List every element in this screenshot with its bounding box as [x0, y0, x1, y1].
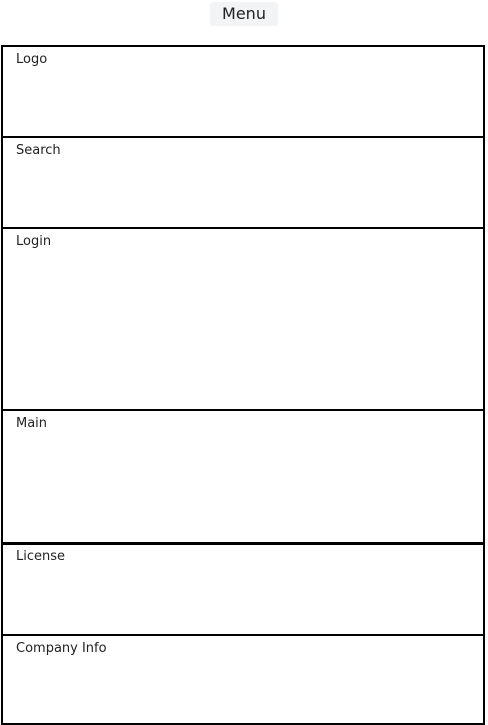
body-frame: Login Main [1, 227, 485, 545]
company-info-label: Company Info [16, 641, 107, 656]
company-info-section: Company Info [3, 636, 483, 723]
login-label: Login [16, 234, 52, 249]
license-label: License [16, 549, 66, 564]
search-section: Search [3, 138, 483, 227]
login-section: Login [3, 229, 483, 411]
license-section: License [3, 544, 483, 636]
menu-button[interactable]: Menu [210, 2, 278, 26]
footer-frame: License Company Info [1, 542, 485, 725]
header-frame: Logo Search [1, 45, 485, 229]
logo-label: Logo [16, 52, 48, 67]
main-label: Main [16, 416, 48, 431]
main-section: Main [3, 411, 483, 543]
logo-section: Logo [3, 47, 483, 138]
search-label: Search [16, 143, 61, 158]
